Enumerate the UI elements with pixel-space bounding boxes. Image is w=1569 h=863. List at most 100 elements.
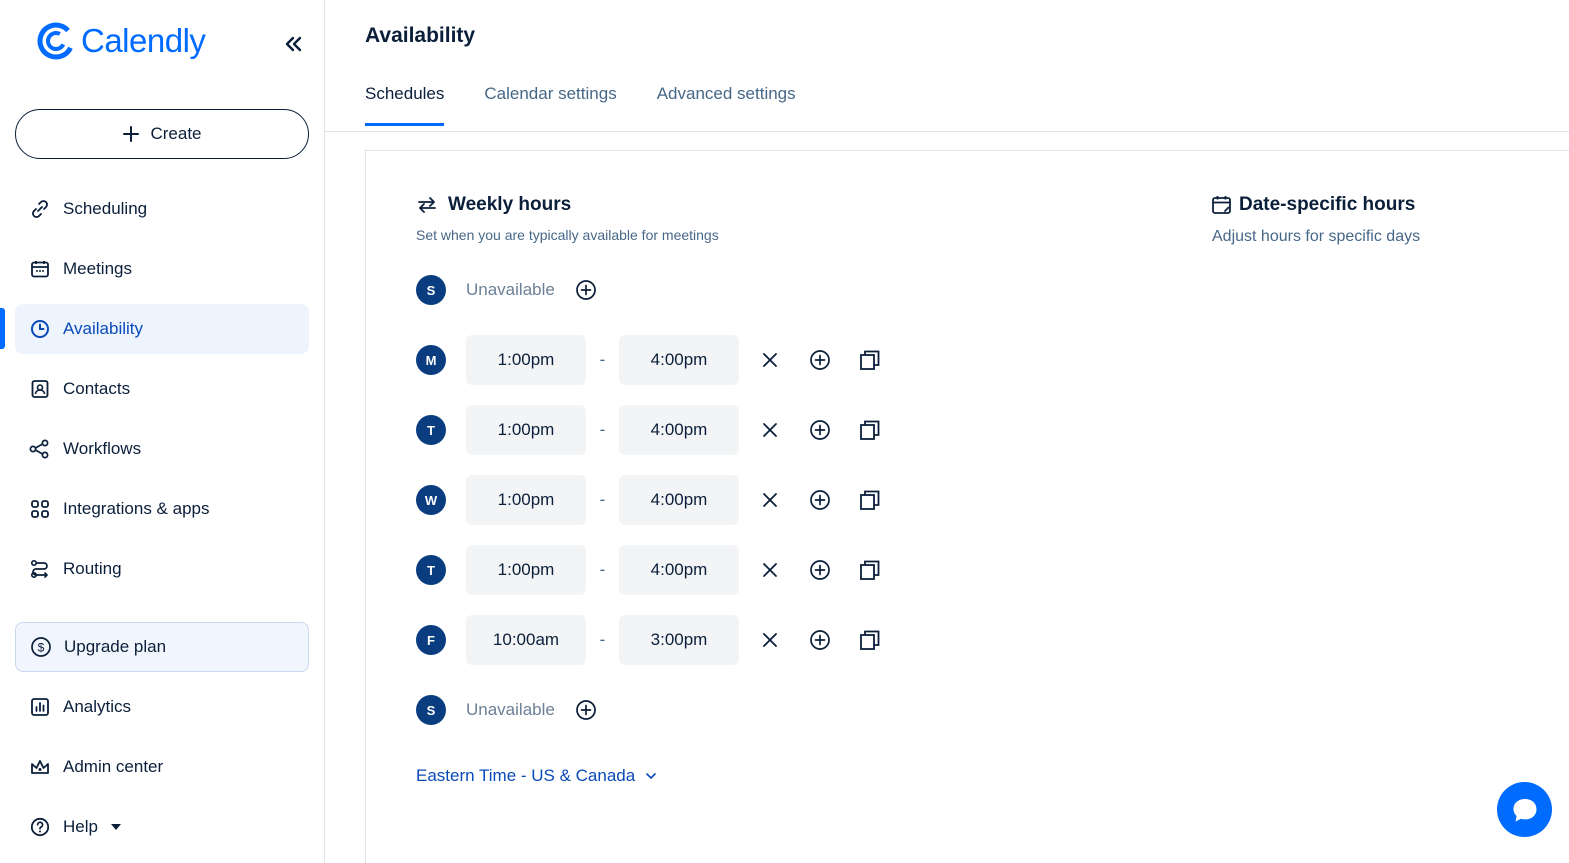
svg-text:$: $: [38, 641, 45, 655]
plus-icon: [123, 126, 140, 142]
contact-card-icon: [29, 378, 51, 400]
add-interval-icon[interactable]: [809, 489, 831, 511]
dollar-circle-icon: $: [30, 636, 52, 658]
sidebar-item-upgrade-plan[interactable]: $ Upgrade plan: [15, 622, 309, 672]
sidebar-item-integrations[interactable]: Integrations & apps: [15, 484, 309, 534]
day-badge: M: [416, 345, 446, 375]
add-interval-icon[interactable]: [809, 629, 831, 651]
tab-schedules[interactable]: Schedules: [365, 84, 445, 126]
date-specific-subtitle: Adjust hours for specific days: [1212, 228, 1421, 245]
day-badge: S: [416, 695, 446, 725]
add-interval-icon[interactable]: [575, 279, 597, 301]
day-badge: T: [416, 415, 446, 445]
sidebar-item-label: Help: [63, 817, 98, 836]
add-interval-icon[interactable]: [575, 699, 597, 721]
copy-times-icon[interactable]: [859, 489, 881, 511]
workflow-icon: [29, 438, 51, 460]
sidebar-item-label: Workflows: [63, 439, 142, 458]
link-icon: [29, 198, 51, 220]
day-row-thursday: T 1:00pm - 4:00pm: [416, 545, 881, 595]
sidebar-item-analytics[interactable]: Analytics: [15, 682, 309, 732]
create-button-label: Create: [150, 124, 202, 143]
day-row-sunday: S Unavailable: [416, 265, 597, 315]
remove-interval-icon[interactable]: [759, 349, 781, 371]
start-time-input[interactable]: 1:00pm: [466, 335, 586, 385]
weekly-hours-heading: Weekly hours: [416, 194, 571, 216]
repeat-icon: [418, 197, 436, 213]
copy-times-icon[interactable]: [859, 559, 881, 581]
sidebar-item-label: Meetings: [63, 259, 132, 278]
day-badge: F: [416, 625, 446, 655]
sidebar-item-label: Analytics: [63, 697, 132, 716]
start-time-input[interactable]: 1:00pm: [466, 545, 586, 595]
sidebar-item-scheduling[interactable]: Scheduling: [15, 184, 309, 234]
start-time-input[interactable]: 1:00pm: [466, 405, 586, 455]
calendar-edit-icon: [1212, 196, 1231, 214]
crown-icon: [29, 756, 51, 778]
remove-interval-icon[interactable]: [759, 559, 781, 581]
chat-support-button[interactable]: [1497, 782, 1552, 837]
schedule-panel: Weekly hours Set when you are typically …: [365, 150, 1569, 863]
start-time-input[interactable]: 10:00am: [466, 615, 586, 665]
sidebar-item-label: Upgrade plan: [64, 637, 167, 656]
collapse-sidebar-icon[interactable]: [282, 32, 306, 56]
end-time-input[interactable]: 4:00pm: [619, 335, 739, 385]
time-separator: -: [599, 630, 606, 649]
time-separator: -: [599, 560, 606, 579]
sidebar-item-admin-center[interactable]: Admin center: [15, 742, 309, 792]
timezone-label: Eastern Time - US & Canada: [416, 766, 636, 785]
end-time-input[interactable]: 4:00pm: [619, 545, 739, 595]
page-title: Availability: [365, 24, 476, 47]
day-badge: S: [416, 275, 446, 305]
copy-times-icon[interactable]: [859, 349, 881, 371]
day-row-tuesday: T 1:00pm - 4:00pm: [416, 405, 881, 455]
end-time-input[interactable]: 3:00pm: [619, 615, 739, 665]
tab-advanced-settings[interactable]: Advanced settings: [657, 84, 796, 126]
create-button[interactable]: Create: [15, 109, 309, 159]
sidebar-item-help[interactable]: Help: [15, 802, 309, 852]
start-time-input[interactable]: 1:00pm: [466, 475, 586, 525]
sidebar-item-label: Scheduling: [63, 199, 148, 218]
sidebar-item-workflows[interactable]: Workflows: [15, 424, 309, 474]
time-separator: -: [599, 490, 606, 509]
day-row-friday: F 10:00am - 3:00pm: [416, 615, 881, 665]
copy-times-icon[interactable]: [859, 419, 881, 441]
add-interval-icon[interactable]: [809, 349, 831, 371]
time-separator: -: [599, 420, 606, 439]
sidebar-item-label: Routing: [63, 559, 122, 578]
add-interval-icon[interactable]: [809, 559, 831, 581]
add-interval-icon[interactable]: [809, 419, 831, 441]
date-specific-title: Date-specific hours: [1239, 194, 1416, 215]
unavailable-label: Unavailable: [466, 280, 555, 299]
timezone-select[interactable]: Eastern Time - US & Canada: [416, 766, 657, 786]
tab-bar: Schedules Calendar settings Advanced set…: [365, 84, 796, 126]
sidebar-item-routing[interactable]: Routing: [15, 544, 309, 594]
calendly-logo-icon: [37, 22, 75, 60]
remove-interval-icon[interactable]: [759, 489, 781, 511]
copy-times-icon[interactable]: [859, 629, 881, 651]
day-badge: W: [416, 485, 446, 515]
bar-chart-icon: [29, 696, 51, 718]
remove-interval-icon[interactable]: [759, 419, 781, 441]
weekly-hours-subtitle: Set when you are typically available for…: [416, 227, 719, 243]
calendar-icon: [29, 258, 51, 280]
remove-interval-icon[interactable]: [759, 629, 781, 651]
calendly-logo[interactable]: Calendly: [37, 22, 206, 60]
chat-bubble-icon: [1513, 798, 1536, 821]
end-time-input[interactable]: 4:00pm: [619, 475, 739, 525]
day-row-wednesday: W 1:00pm - 4:00pm: [416, 475, 881, 525]
end-time-input[interactable]: 4:00pm: [619, 405, 739, 455]
unavailable-label: Unavailable: [466, 700, 555, 719]
apps-grid-icon: [29, 498, 51, 520]
sidebar-item-contacts[interactable]: Contacts: [15, 364, 309, 414]
weekly-hours-title: Weekly hours: [448, 194, 572, 215]
date-specific-heading: Date-specific hours: [1211, 194, 1415, 216]
chevron-down-icon: [646, 773, 657, 780]
active-indicator: [0, 308, 5, 349]
sidebar-item-label: Integrations & apps: [63, 499, 210, 518]
sidebar-item-availability[interactable]: Availability: [15, 304, 309, 354]
routing-icon: [29, 558, 51, 580]
sidebar: Calendly Create Scheduling Meetings Avai…: [0, 0, 325, 863]
sidebar-item-meetings[interactable]: Meetings: [15, 244, 309, 294]
tab-calendar-settings[interactable]: Calendar settings: [484, 84, 616, 126]
